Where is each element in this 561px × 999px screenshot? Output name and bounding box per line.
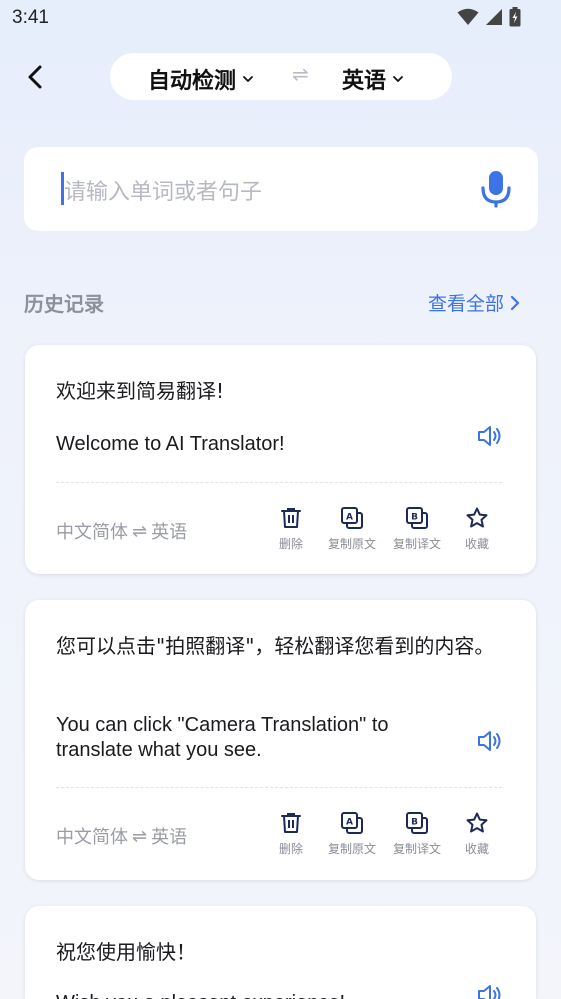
translated-text: Wish you a pleasant experience! [56, 991, 456, 999]
pair-swap-symbol: ⇌ [132, 825, 148, 847]
copy-translation-button[interactable]: B 复制译文 [385, 811, 449, 857]
pair-from: 中文简体 [56, 827, 128, 848]
copy-source-label: 复制原文 [327, 537, 376, 551]
chevron-down-icon [393, 76, 403, 82]
copy-source-button[interactable]: A 复制原文 [320, 506, 384, 552]
favorite-label: 收藏 [464, 537, 489, 551]
source-language-label: 自动检测 [148, 69, 237, 94]
status-bar: 3:41 [0, 0, 561, 38]
divider [56, 787, 502, 788]
back-button[interactable] [22, 62, 52, 92]
favorite-button[interactable]: 收藏 [445, 811, 509, 857]
copy-translation-label: 复制译文 [392, 842, 441, 856]
signal-icon [486, 9, 502, 25]
copy-source-icon: A [341, 507, 363, 529]
language-selector: 自动检测 ⇌ 英语 [110, 53, 452, 100]
delete-button[interactable]: 删除 [259, 811, 323, 857]
input-placeholder: 请输入单词或者句子 [64, 180, 263, 205]
delete-button[interactable]: 删除 [259, 506, 323, 552]
speaker-button[interactable] [476, 423, 504, 449]
back-arrow-icon [28, 65, 42, 89]
trash-icon [281, 813, 301, 833]
language-pair: 中文简体 ⇌ 英语 [56, 518, 187, 544]
pair-swap-symbol: ⇌ [132, 520, 148, 542]
microphone-button[interactable] [479, 170, 513, 208]
speaker-button[interactable] [476, 728, 504, 754]
target-language-label: 英语 [342, 69, 387, 94]
svg-text:A: A [346, 818, 353, 828]
source-text: 欢迎来到简易翻译! [56, 379, 225, 403]
speaker-icon [478, 426, 501, 446]
copy-source-icon: A [341, 812, 363, 834]
copy-translation-icon: B [406, 507, 428, 529]
status-time: 3:41 [12, 7, 49, 28]
translated-text: Welcome to AI Translator! [56, 433, 285, 455]
speaker-icon [478, 985, 501, 999]
copy-source-button[interactable]: A 复制原文 [320, 811, 384, 857]
favorite-button[interactable]: 收藏 [445, 506, 509, 552]
history-card[interactable]: 祝您使用愉快！ Wish you a pleasant experience! [25, 906, 536, 999]
wifi-icon [457, 8, 479, 25]
delete-label: 删除 [278, 842, 303, 856]
divider [56, 482, 502, 483]
view-all-label: 查看全部 [428, 293, 505, 315]
language-pair: 中文简体 ⇌ 英语 [56, 823, 187, 849]
history-card[interactable]: 欢迎来到简易翻译! Welcome to AI Translator! 中文简体… [25, 345, 536, 574]
microphone-icon [481, 171, 511, 208]
chevron-right-icon [510, 295, 520, 310]
speaker-icon [478, 731, 501, 751]
trash-icon [281, 508, 301, 528]
chevron-down-icon [243, 76, 253, 82]
source-text: 祝您使用愉快！ [56, 940, 196, 964]
translated-text: You can click "Camera Translation" to tr… [56, 714, 389, 761]
svg-text:B: B [411, 818, 418, 828]
source-language-dropdown[interactable]: 自动检测 [148, 63, 254, 95]
swap-languages-button[interactable]: ⇌ [292, 62, 309, 86]
copy-source-label: 复制原文 [327, 842, 376, 856]
source-text: 您可以点击"拍照翻译"，轻松翻译您看到的内容。 [56, 634, 495, 658]
battery-icon [509, 7, 521, 27]
star-icon [466, 812, 488, 833]
target-language-dropdown[interactable]: 英语 [342, 63, 404, 95]
history-card[interactable]: 您可以点击"拍照翻译"，轻松翻译您看到的内容。 You can click "C… [25, 600, 536, 880]
delete-label: 删除 [278, 537, 303, 551]
favorite-label: 收藏 [464, 842, 489, 856]
svg-text:B: B [411, 513, 418, 523]
pair-from: 中文简体 [56, 522, 128, 543]
pair-to: 英语 [151, 522, 188, 543]
star-icon [466, 507, 488, 528]
speaker-button[interactable] [476, 982, 504, 999]
view-all-link[interactable]: 查看全部 [428, 289, 520, 316]
pair-to: 英语 [151, 827, 188, 848]
copy-translation-icon: B [406, 812, 428, 834]
translation-input[interactable]: 请输入单词或者句子 [24, 147, 538, 231]
history-title: 历史记录 [24, 292, 104, 316]
copy-translation-button[interactable]: B 复制译文 [385, 506, 449, 552]
copy-translation-label: 复制译文 [392, 537, 441, 551]
status-icons [457, 7, 521, 27]
svg-text:A: A [346, 513, 353, 523]
